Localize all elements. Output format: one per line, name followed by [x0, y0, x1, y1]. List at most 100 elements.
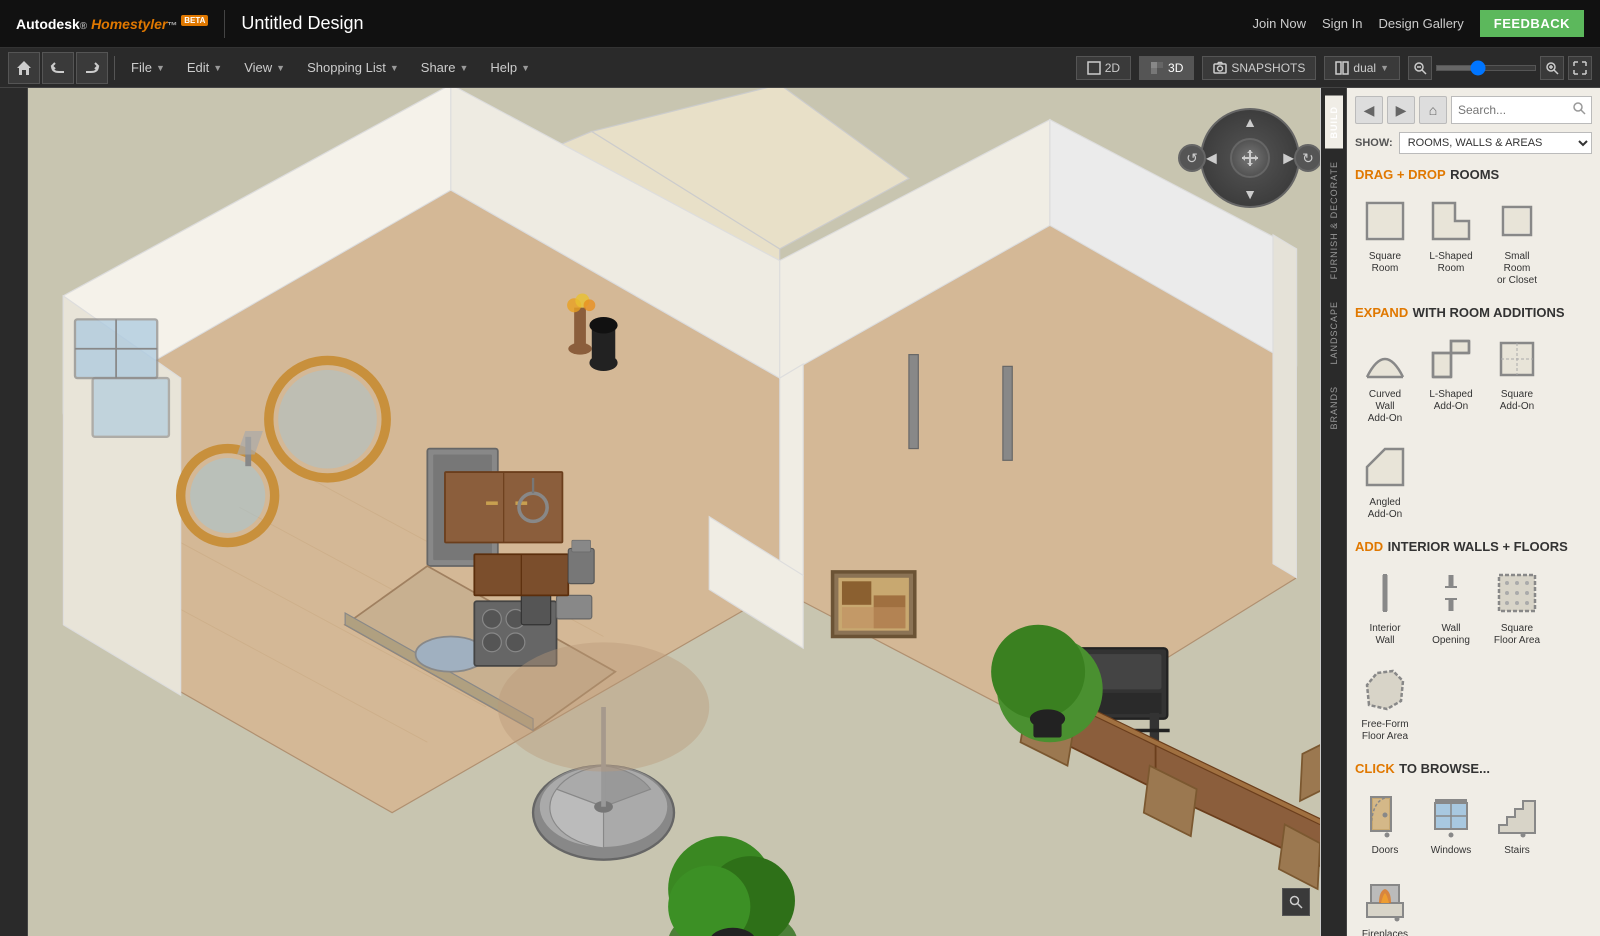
share-menu[interactable]: Share ▼: [411, 56, 479, 79]
zoom-area: [1408, 56, 1592, 80]
stairs-label: Stairs: [1504, 845, 1530, 857]
shopping-list-label: Shopping List: [307, 60, 386, 75]
fireplaces-item[interactable]: Fireplaces: [1355, 868, 1415, 936]
show-select[interactable]: ROOMS, WALLS & AREAS FLOORS WALLS ONLY: [1399, 132, 1592, 154]
square-room-item[interactable]: SquareRoom: [1355, 190, 1415, 292]
panel-forward-button[interactable]: ▶: [1387, 96, 1415, 124]
angled-addon-item[interactable]: AngledAdd-On: [1355, 436, 1415, 526]
square-addon-label: SquareAdd-On: [1500, 389, 1534, 413]
home-button[interactable]: [8, 52, 40, 84]
browse-label: TO BROWSE...: [1399, 761, 1490, 776]
small-room-label: Small Roomor Closet: [1492, 251, 1542, 287]
square-room-icon: [1359, 195, 1411, 247]
feedback-button[interactable]: FEEDBACK: [1480, 10, 1584, 37]
doors-item[interactable]: Doors: [1355, 784, 1415, 862]
join-now-link[interactable]: Join Now: [1253, 16, 1306, 31]
move-icon: [1241, 149, 1259, 167]
nav-left-arrow[interactable]: ◀: [1206, 150, 1217, 167]
snapshots-button[interactable]: SNAPSHOTS: [1202, 56, 1316, 80]
windows-item[interactable]: Windows: [1421, 784, 1481, 862]
expand-rooms-grid: Curved WallAdd-On: [1355, 328, 1592, 526]
landscape-tab[interactable]: LANDSCAPE: [1325, 291, 1343, 375]
view-menu[interactable]: View ▼: [234, 56, 295, 79]
edit-arrow: ▼: [213, 63, 222, 73]
2d-icon: [1087, 61, 1101, 75]
menu-bar: File ▼ Edit ▼ View ▼ Shopping List ▼ Sha…: [0, 48, 1600, 88]
curved-wall-icon: [1359, 333, 1411, 385]
panel-search-input[interactable]: [1451, 96, 1592, 124]
stairs-item[interactable]: Stairs: [1487, 784, 1547, 862]
square-floor-icon: [1491, 567, 1543, 619]
design-gallery-link[interactable]: Design Gallery: [1379, 16, 1464, 31]
wall-opening-label: WallOpening: [1432, 623, 1470, 647]
freeform-floor-item[interactable]: Free-FormFloor Area: [1355, 658, 1415, 748]
menu-separator: [114, 56, 115, 80]
dual-label: dual: [1353, 61, 1376, 75]
room-scene: [28, 88, 1320, 936]
nav-down-arrow[interactable]: ▼: [1243, 186, 1257, 202]
l-shaped-room-item[interactable]: L-ShapedRoom: [1421, 190, 1481, 292]
view-3d-button[interactable]: 3D: [1139, 56, 1194, 80]
show-row: SHOW: ROOMS, WALLS & AREAS FLOORS WALLS …: [1355, 132, 1592, 154]
zoom-out-button[interactable]: [1408, 56, 1432, 80]
interior-walls-grid: InteriorWall WallOpening: [1355, 562, 1592, 748]
windows-icon: [1425, 789, 1477, 841]
zoom-slider[interactable]: [1436, 65, 1536, 71]
panel-back-button[interactable]: ◀: [1355, 96, 1383, 124]
canvas-area[interactable]: ▲ ▼ ◀ ▶ ↺ ↻: [28, 88, 1320, 936]
small-room-item[interactable]: Small Roomor Closet: [1487, 190, 1547, 292]
view-arrow: ▼: [276, 63, 285, 73]
edit-menu[interactable]: Edit ▼: [177, 56, 232, 79]
undo-button[interactable]: [42, 52, 74, 84]
nav-center[interactable]: [1230, 138, 1270, 178]
redo-button[interactable]: [76, 52, 108, 84]
nav-ring: ▲ ▼ ◀ ▶ ↺ ↻: [1200, 108, 1300, 208]
drag-rooms-header: DRAG + DROP ROOMS: [1355, 166, 1592, 184]
3d-icon: [1150, 61, 1164, 75]
interior-walls-label: INTERIOR WALLS + FLOORS: [1388, 539, 1568, 554]
curved-wall-item[interactable]: Curved WallAdd-On: [1355, 328, 1415, 430]
interior-wall-icon: [1359, 567, 1411, 619]
share-label: Share: [421, 60, 456, 75]
wall-opening-item[interactable]: WallOpening: [1421, 562, 1481, 652]
furnish-tab[interactable]: FURNISH & DECORATE: [1325, 151, 1343, 289]
shopping-arrow: ▼: [390, 63, 399, 73]
search-icon-svg: [1573, 102, 1586, 115]
file-label: File: [131, 60, 152, 75]
share-arrow: ▼: [459, 63, 468, 73]
panel-home-button[interactable]: ⌂: [1419, 96, 1447, 124]
search-icon: [1289, 895, 1303, 909]
panel-search-icon[interactable]: [1573, 102, 1586, 118]
file-menu[interactable]: File ▼: [121, 56, 175, 79]
expand-label: EXPAND: [1355, 305, 1408, 320]
zoom-in-button[interactable]: [1540, 56, 1564, 80]
l-shaped-addon-label: L-ShapedAdd-On: [1429, 389, 1472, 413]
fullscreen-icon: [1573, 61, 1587, 75]
dual-view-button[interactable]: dual ▼: [1324, 56, 1400, 80]
view-label: View: [244, 60, 272, 75]
rotate-left-button[interactable]: ↺: [1178, 144, 1206, 172]
nav-right-arrow[interactable]: ▶: [1283, 150, 1294, 167]
square-addon-item[interactable]: SquareAdd-On: [1487, 328, 1547, 430]
rooms-label: ROOMS: [1450, 167, 1499, 182]
design-title: Untitled Design: [241, 13, 363, 34]
canvas-search-button[interactable]: [1282, 888, 1310, 916]
help-menu[interactable]: Help ▼: [480, 56, 540, 79]
freeform-floor-label: Free-FormFloor Area: [1361, 719, 1408, 743]
l-shaped-addon-item[interactable]: L-ShapedAdd-On: [1421, 328, 1481, 430]
rotate-right-button[interactable]: ↻: [1294, 144, 1320, 172]
square-floor-item[interactable]: SquareFloor Area: [1487, 562, 1547, 652]
nav-up-arrow[interactable]: ▲: [1243, 114, 1257, 130]
interior-wall-item[interactable]: InteriorWall: [1355, 562, 1415, 652]
view-2d-button[interactable]: 2D: [1076, 56, 1131, 80]
square-floor-label: SquareFloor Area: [1494, 623, 1540, 647]
snapshots-label: SNAPSHOTS: [1231, 61, 1305, 75]
shopping-list-menu[interactable]: Shopping List ▼: [297, 56, 409, 79]
zoom-out-icon: [1413, 61, 1427, 75]
fullscreen-button[interactable]: [1568, 56, 1592, 80]
l-shaped-room-icon: [1425, 195, 1477, 247]
right-panel: BUILD FURNISH & DECORATE LANDSCAPE BRAND…: [1320, 88, 1600, 936]
sign-in-link[interactable]: Sign In: [1322, 16, 1362, 31]
brands-tab[interactable]: BRANDS: [1325, 376, 1343, 440]
build-tab[interactable]: BUILD: [1325, 96, 1343, 149]
